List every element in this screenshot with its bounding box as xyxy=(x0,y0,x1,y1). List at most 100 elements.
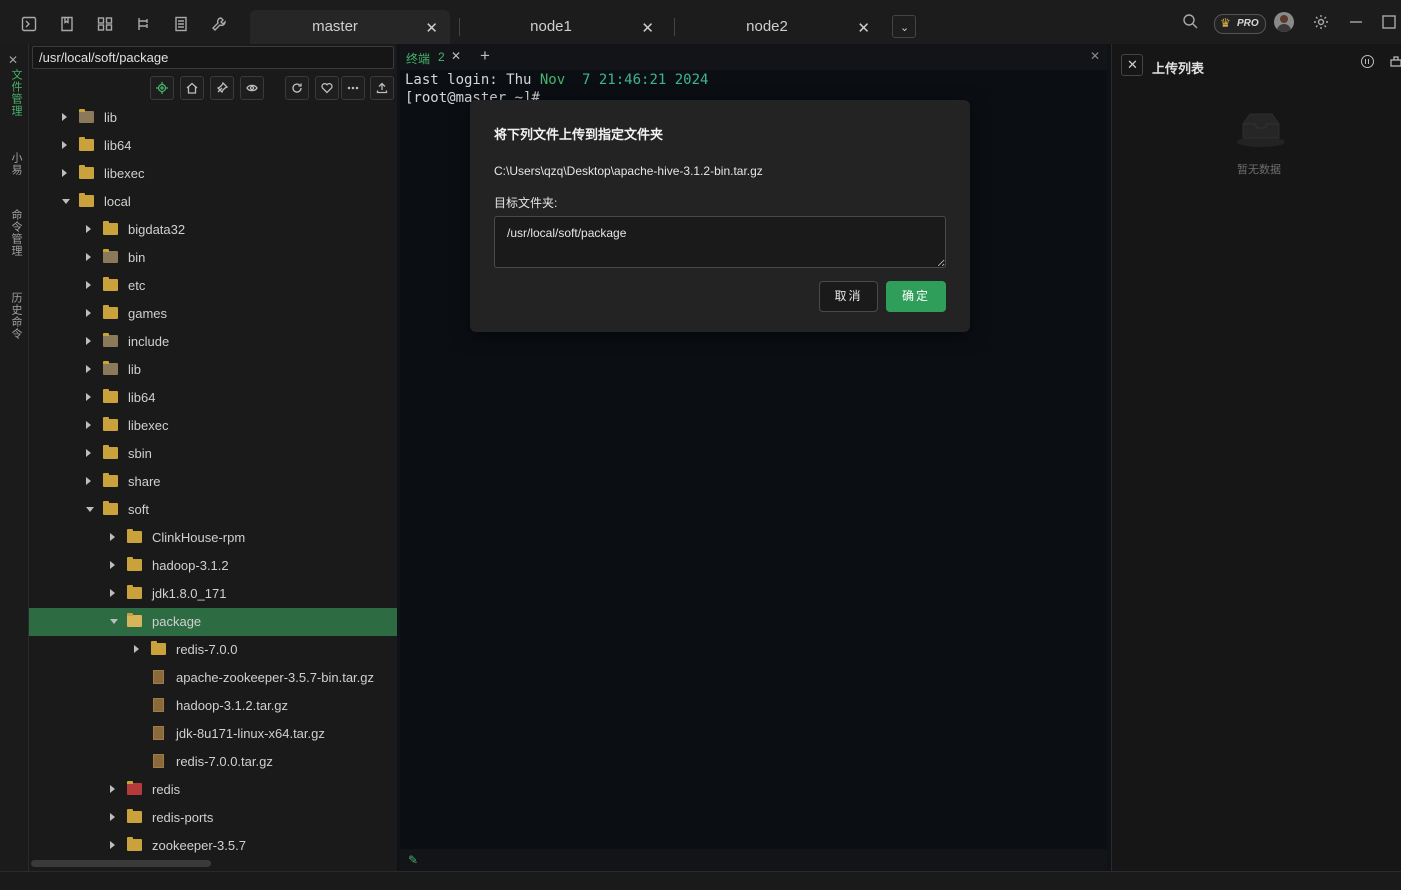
caret-right-icon[interactable] xyxy=(110,589,115,597)
caret-right-icon[interactable] xyxy=(62,113,67,121)
horizontal-scrollbar[interactable] xyxy=(31,860,211,867)
caret-right-icon[interactable] xyxy=(86,365,91,373)
folder-row[interactable]: sbin xyxy=(29,440,397,468)
folder-row[interactable]: bigdata32 xyxy=(29,216,397,244)
refresh-button[interactable] xyxy=(285,76,309,100)
pen-icon[interactable]: ✎ xyxy=(408,853,418,867)
bookmark-icon[interactable] xyxy=(59,16,75,32)
folder-row[interactable]: libexec xyxy=(29,412,397,440)
folder-row[interactable]: lib xyxy=(29,356,397,384)
close-icon[interactable]: ✕ xyxy=(641,19,654,37)
folder-row[interactable]: soft xyxy=(29,496,397,524)
caret-right-icon[interactable] xyxy=(110,841,115,849)
folder-row[interactable]: lib64 xyxy=(29,132,397,160)
close-icon[interactable]: ✕ xyxy=(451,49,461,63)
rail-item-assistant[interactable]: 小易 xyxy=(8,152,24,176)
tree-item-label: libexec xyxy=(104,166,145,181)
caret-right-icon[interactable] xyxy=(110,785,115,793)
file-row[interactable]: redis-7.0.0.tar.gz xyxy=(29,748,397,776)
minimize-icon[interactable] xyxy=(1348,14,1364,30)
caret-right-icon[interactable] xyxy=(86,421,91,429)
pin-button[interactable] xyxy=(210,76,234,100)
folder-row[interactable]: lib64 xyxy=(29,384,397,412)
folder-row[interactable]: package xyxy=(29,608,397,636)
add-terminal-button[interactable]: + xyxy=(480,46,490,66)
tab-dropdown-button[interactable]: ⌄ xyxy=(892,15,916,38)
maximize-icon[interactable] xyxy=(1381,14,1397,30)
caret-right-icon[interactable] xyxy=(110,813,115,821)
cancel-button[interactable]: 取消 xyxy=(819,281,878,312)
folder-row[interactable]: share xyxy=(29,468,397,496)
caret-down-icon[interactable] xyxy=(86,507,94,512)
target-folder-input[interactable]: /usr/local/soft/package xyxy=(494,216,946,268)
folder-row[interactable]: local xyxy=(29,188,397,216)
caret-right-icon[interactable] xyxy=(110,561,115,569)
caret-right-icon[interactable] xyxy=(86,337,91,345)
folder-row[interactable]: jdk1.8.0_171 xyxy=(29,580,397,608)
caret-right-icon[interactable] xyxy=(62,169,67,177)
home-button[interactable] xyxy=(180,76,204,100)
caret-right-icon[interactable] xyxy=(86,393,91,401)
layout-icon[interactable] xyxy=(97,16,113,32)
caret-right-icon[interactable] xyxy=(110,533,115,541)
rail-item-file-manager[interactable]: 文件管理 xyxy=(8,69,24,117)
upload-button[interactable] xyxy=(370,76,394,100)
folder-row[interactable]: games xyxy=(29,300,397,328)
terminal-icon[interactable] xyxy=(21,16,37,32)
folder-row[interactable]: hadoop-3.1.2 xyxy=(29,552,397,580)
caret-right-icon[interactable] xyxy=(86,281,91,289)
folder-row[interactable]: ClinkHouse-rpm xyxy=(29,524,397,552)
terminal-tab-label[interactable]: 终端 xyxy=(406,50,430,67)
tree-item-label: local xyxy=(104,194,131,209)
tab-node2[interactable]: node2 ✕ xyxy=(682,10,882,44)
tab-master[interactable]: master ✕ xyxy=(250,10,450,44)
folder-row[interactable]: redis xyxy=(29,776,397,804)
show-hidden-button[interactable] xyxy=(240,76,264,100)
file-row[interactable]: apache-zookeeper-3.5.7-bin.tar.gz xyxy=(29,664,397,692)
folder-icon xyxy=(127,585,142,599)
avatar[interactable] xyxy=(1274,12,1294,32)
gear-icon[interactable] xyxy=(1313,14,1329,30)
caret-right-icon[interactable] xyxy=(86,253,91,261)
caret-down-icon[interactable] xyxy=(110,619,118,624)
more-button[interactable] xyxy=(341,76,365,100)
tree-item-label: ClinkHouse-rpm xyxy=(152,530,246,545)
confirm-button[interactable]: 确定 xyxy=(886,281,946,312)
favorite-button[interactable] xyxy=(315,76,339,100)
pause-icon[interactable] xyxy=(1361,55,1374,68)
folder-row[interactable]: include xyxy=(29,328,397,356)
tab-node1[interactable]: node1 ✕ xyxy=(466,10,666,44)
file-row[interactable]: hadoop-3.1.2.tar.gz xyxy=(29,692,397,720)
close-icon[interactable]: ✕ xyxy=(8,53,18,67)
rail-item-command-history[interactable]: 历史命令 xyxy=(8,292,24,340)
document-list-icon[interactable] xyxy=(173,16,189,32)
folder-row[interactable]: lib xyxy=(29,104,397,132)
caret-down-icon[interactable] xyxy=(62,199,70,204)
folder-icon xyxy=(103,501,118,515)
folder-row[interactable]: redis-7.0.0 xyxy=(29,636,397,664)
rail-item-command-manager[interactable]: 命令管理 xyxy=(8,209,24,257)
close-icon[interactable]: ✕ xyxy=(1090,49,1100,63)
folder-row[interactable]: redis-ports xyxy=(29,804,397,832)
pro-badge[interactable]: ♛ PRO xyxy=(1214,14,1266,34)
caret-right-icon[interactable] xyxy=(134,645,139,653)
close-icon[interactable]: ✕ xyxy=(857,19,870,37)
close-upload-panel-button[interactable]: ✕ xyxy=(1121,54,1143,76)
caret-right-icon[interactable] xyxy=(86,309,91,317)
folder-row[interactable]: etc xyxy=(29,272,397,300)
caret-right-icon[interactable] xyxy=(62,141,67,149)
caret-right-icon[interactable] xyxy=(86,449,91,457)
close-icon[interactable]: ✕ xyxy=(425,19,438,37)
caret-right-icon[interactable] xyxy=(86,477,91,485)
caret-right-icon[interactable] xyxy=(86,225,91,233)
locate-button[interactable] xyxy=(150,76,174,100)
folder-row[interactable]: zookeeper-3.5.7 xyxy=(29,832,397,860)
folder-row[interactable]: bin xyxy=(29,244,397,272)
path-input[interactable]: /usr/local/soft/package xyxy=(32,46,394,69)
folder-row[interactable]: libexec xyxy=(29,160,397,188)
clear-list-icon[interactable] xyxy=(1390,55,1401,67)
search-icon[interactable] xyxy=(1182,13,1198,29)
wrench-icon[interactable] xyxy=(211,16,227,32)
file-row[interactable]: jdk-8u171-linux-x64.tar.gz xyxy=(29,720,397,748)
tree-structure-icon[interactable] xyxy=(135,16,151,32)
